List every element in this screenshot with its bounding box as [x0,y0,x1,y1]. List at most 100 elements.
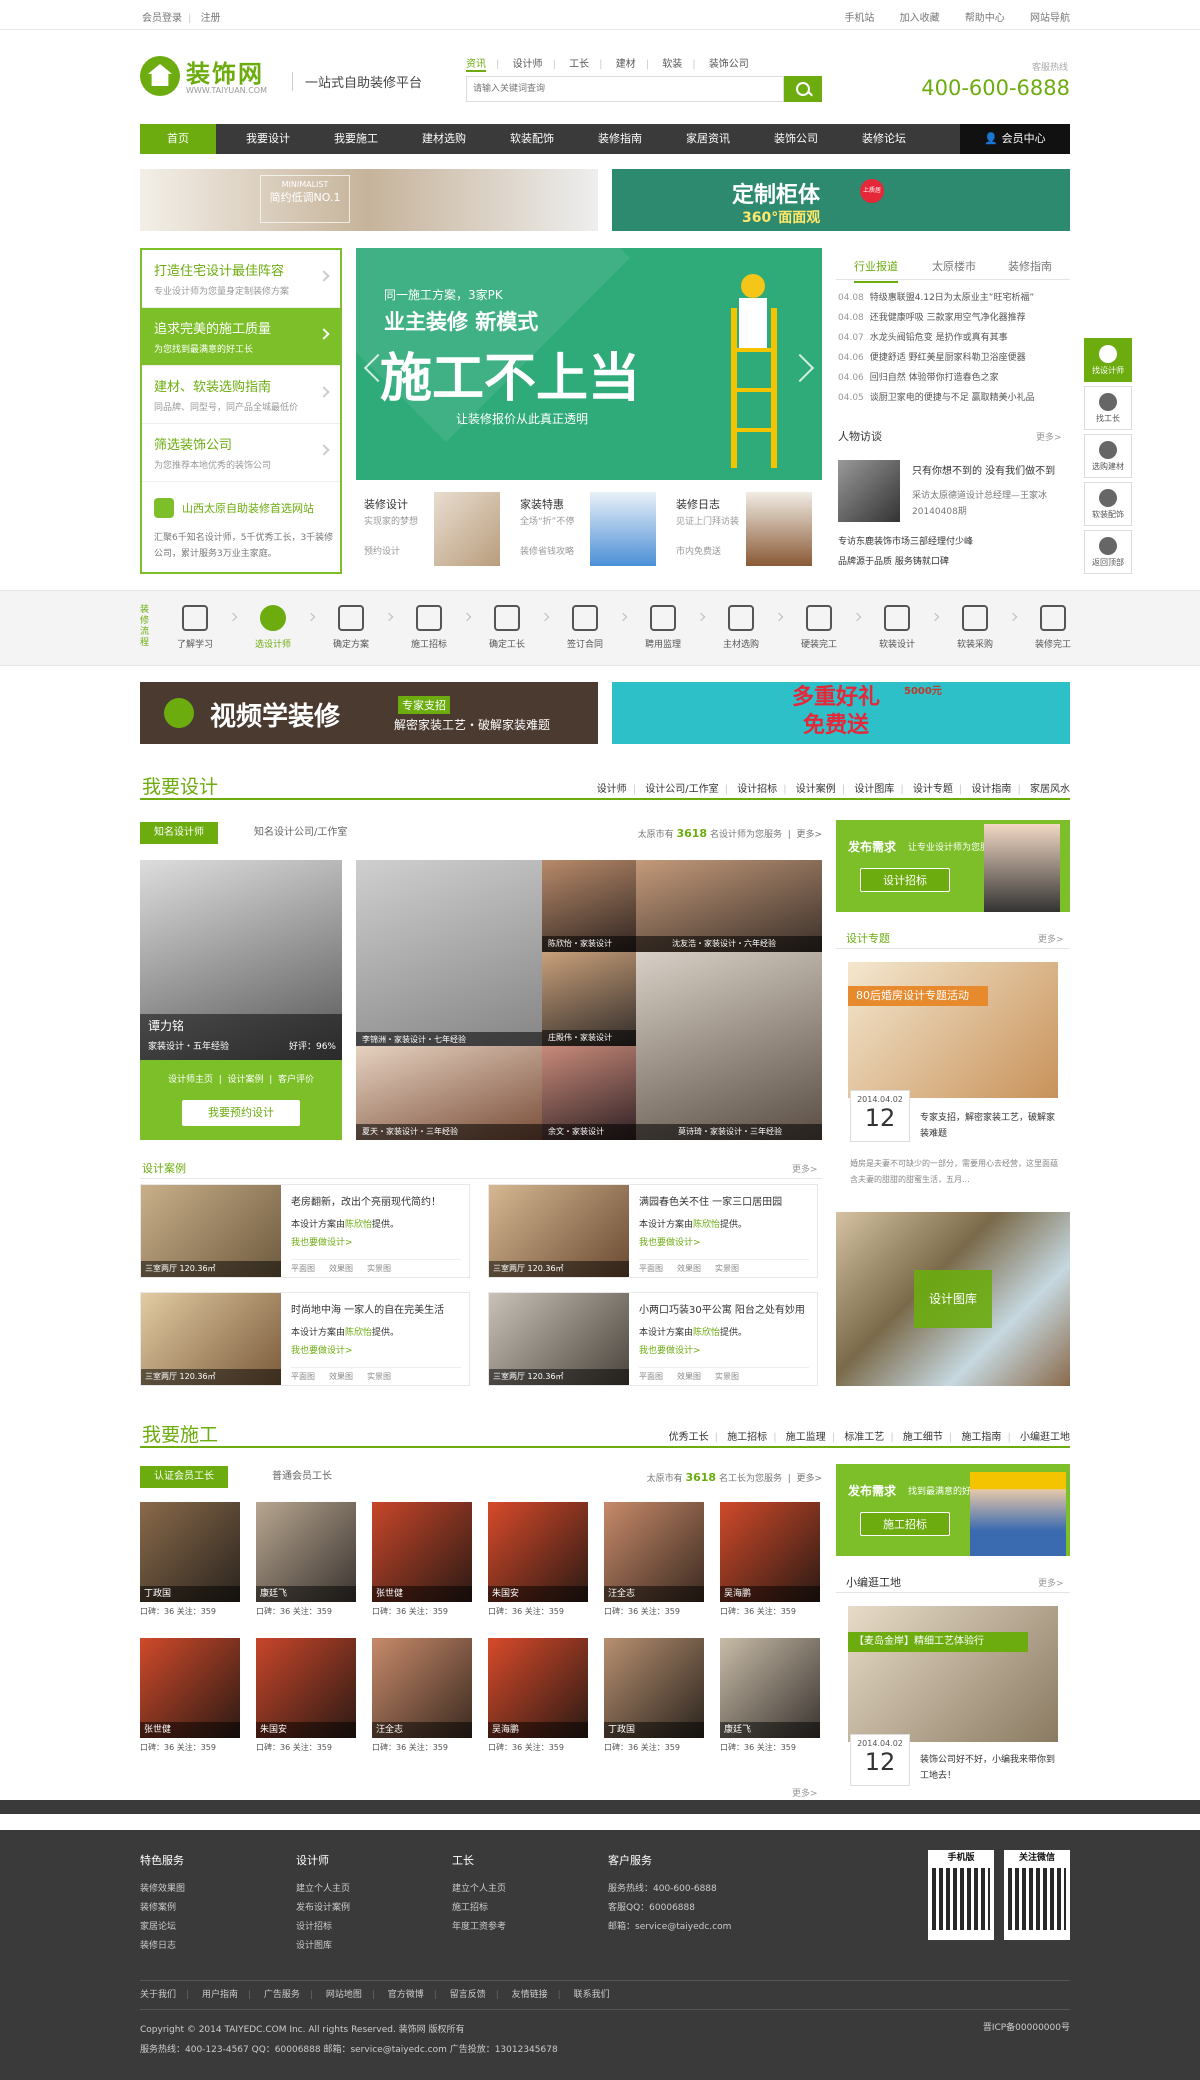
footer-link[interactable]: 装修日志 [140,1937,185,1956]
foreman-card[interactable]: 朱国安 口碑：36 关注：359 [256,1638,356,1758]
footer-link[interactable]: 施工招标 [452,1899,506,1918]
flow-step[interactable]: 软装设计 [862,605,940,650]
footer-link[interactable]: 用户指南 [202,1990,238,2000]
designer-cases-link[interactable]: 设计案例 [227,1075,263,1085]
category-discount[interactable]: 家装特惠 全场“折”不停 装修省钱攻略 [512,486,662,574]
flow-step[interactable]: 装修完工 [1018,605,1088,650]
tab-famous-designer[interactable]: 知名设计师 [140,822,218,844]
flow-step-active[interactable]: 选设计师 [238,605,316,650]
book-design-button[interactable]: 我要预约设计 [182,1100,300,1126]
flow-step[interactable]: 确定方案 [316,605,394,650]
footer-link[interactable]: 关于我们 [140,1990,176,2000]
search-tab-soft[interactable]: 软装 [662,59,682,70]
site-visit-image[interactable]: 【麦岛金岸】精细工艺体验行 [848,1606,1058,1742]
mobile-site-link[interactable]: 手机站 [844,13,874,24]
design-link[interactable]: 设计专题 [913,784,953,795]
banner-video[interactable]: 视频学装修 专家支招 解密家装工艺・破解家装难题 [140,682,598,744]
banner-minimalist[interactable]: MINIMALIST 简约低调NO.1 [140,169,598,231]
interview-link[interactable]: 专访东鹿装饰市场三部经理付少峰 [838,534,973,547]
footer-link[interactable]: 友情链接 [512,1990,548,2000]
case-cta-link[interactable]: 我也要做设计> [291,1235,353,1248]
news-item[interactable]: 04.06 回归自然 体验带你打造春色之家 [838,370,1070,390]
register-link[interactable]: 注册 [201,13,221,24]
menu-item-design[interactable]: 打造住宅设计最佳阵容 专业设计师为您量身定制装修方案 [142,250,340,308]
logo[interactable]: 装饰网 WWW.TAIYUAN.COM 一站式自助装修平台 [140,52,430,98]
interview-link[interactable]: 品牌源于品质 服务铸就口碑 [838,554,949,567]
tab-property[interactable]: 太原楼市 [932,258,976,274]
designer-photo[interactable]: 余文・家装设计 [542,1046,636,1140]
banner-gift[interactable]: 多重好礼 免费送 5000元 [612,682,1070,744]
foreman-card[interactable]: 康廷飞 口碑：36 关注：359 [256,1502,356,1622]
footer-link[interactable]: 装修案例 [140,1899,185,1918]
foreman-more-link[interactable]: 更多> [796,1474,822,1484]
designer-home-link[interactable]: 设计师主页 [168,1075,213,1085]
case-card[interactable]: 三室两厅 120.36㎡ 老房翻新，改出个亮丽现代简约！ 本设计方案由陈欣怡提供… [140,1184,470,1278]
case-card[interactable]: 三室两厅 120.36㎡ 小两口巧装30平公寓 阳台之处有妙用 本设计方案由陈欣… [488,1292,818,1386]
foreman-card[interactable]: 汪全志 口碑：36 关注：359 [372,1638,472,1758]
tab-industry[interactable]: 行业报道 [854,258,898,283]
search-tab-material[interactable]: 建材 [616,59,636,70]
build-link[interactable]: 施工细节 [903,1432,943,1443]
foreman-card[interactable]: 丁政国 口碑：36 关注：359 [604,1638,704,1758]
foreman-card[interactable]: 张世健 口碑：36 关注：359 [372,1502,472,1622]
sidebar-find-foreman[interactable]: 找工长 [1084,386,1132,430]
site-visit-text[interactable]: 装饰公司好不好，小编我来带你到工地去！ [920,1752,1060,1784]
footer-link[interactable]: 设计图库 [296,1937,350,1956]
site-visit-more-link[interactable]: 更多> [1038,1576,1064,1589]
search-button[interactable] [784,76,822,102]
bookmark-link[interactable]: 加入收藏 [900,13,940,24]
nav-soft[interactable]: 软装配饰 [490,124,574,154]
design-link[interactable]: 设计招标 [737,784,777,795]
nav-news[interactable]: 家居资讯 [666,124,750,154]
designer-photo[interactable]: 陈欣怡・家装设计 [542,860,636,952]
build-link[interactable]: 施工监理 [786,1432,826,1443]
flow-step[interactable]: 软装采购 [940,605,1018,650]
nav-forum[interactable]: 装修论坛 [842,124,926,154]
sidebar-find-designer[interactable]: 找设计师 [1084,338,1132,382]
news-item[interactable]: 04.06 便捷舒适 野红美星厨家科勒卫浴座便器 [838,350,1070,370]
news-item[interactable]: 04.08 特级惠联盟4.12日为太原业主”旺宅析福” [838,290,1070,310]
hero-slider[interactable]: 同一施工方案，3家PK 业主装修 新模式 施工不上当 让装修报价从此真正透明 [356,248,822,480]
nav-materials[interactable]: 建材选购 [402,124,486,154]
designer-more-link[interactable]: 更多> [796,830,822,840]
flow-step[interactable]: 主材选购 [706,605,784,650]
sidebar-materials[interactable]: 选购建材 [1084,434,1132,478]
flow-step[interactable]: 施工招标 [394,605,472,650]
design-link[interactable]: 设计师 [597,784,627,795]
menu-item-company[interactable]: 筛选装饰公司 为您推荐本地优秀的装饰公司 [142,424,340,482]
footer-link[interactable]: 建立个人主页 [296,1880,350,1899]
build-link[interactable]: 优秀工长 [669,1432,709,1443]
foreman-card[interactable]: 康廷飞 口碑：36 关注：359 [720,1638,820,1758]
tab-guide[interactable]: 装修指南 [1008,258,1052,274]
footer-link[interactable]: 装修效果图 [140,1880,185,1899]
footer-link[interactable]: 网站地图 [326,1990,362,2000]
login-link[interactable]: 会员登录 [142,13,182,24]
flow-step[interactable]: 聘用监理 [628,605,706,650]
nav-guide[interactable]: 装修指南 [578,124,662,154]
design-link[interactable]: 设计公司/工作室 [645,784,718,795]
tab-design-company[interactable]: 知名设计公司/工作室 [254,822,347,844]
foreman-card[interactable]: 吴海鹏 口碑：36 关注：359 [720,1502,820,1622]
flow-step[interactable]: 硬装完工 [784,605,862,650]
case-cta-link[interactable]: 我也要做设计> [291,1343,353,1356]
case-card[interactable]: 三室两厅 120.36㎡ 满园春色关不住 一家三口居田园 本设计方案由陈欣怡提供… [488,1184,818,1278]
designer-photo[interactable]: 沈友浩・家装设计・六年经验 [636,860,822,952]
foreman-card[interactable]: 吴海鹏 口碑：36 关注：359 [488,1638,588,1758]
case-card[interactable]: 三室两厅 120.36㎡ 时尚地中海 一家人的自在完美生活 本设计方案由陈欣怡提… [140,1292,470,1386]
interview-photo[interactable] [838,460,900,522]
build-link[interactable]: 施工指南 [961,1432,1001,1443]
footer-link[interactable]: 设计招标 [296,1918,350,1937]
flow-step[interactable]: 确定工长 [472,605,550,650]
sitemap-link[interactable]: 网站导航 [1030,13,1070,24]
footer-link[interactable]: 发布设计案例 [296,1899,350,1918]
tab-normal-foreman[interactable]: 普通会员工长 [272,1466,332,1488]
designer-reviews-link[interactable]: 客户评价 [278,1075,314,1085]
topic-image[interactable]: 80后婚房设计专题活动 [848,962,1058,1098]
qr-wechat[interactable]: 关注微信 [1004,1850,1070,1940]
designer-photo[interactable]: 庄殿伟・家装设计 [542,952,636,1046]
cases-more-link[interactable]: 更多> [792,1162,818,1175]
designer-photo[interactable]: 夏天・家装设计・三年经验 [356,1046,542,1140]
search-tab-designer[interactable]: 设计师 [513,59,543,70]
featured-designer-photo[interactable]: 谭力铭 家装设计・五年经验 好评：96% [140,860,342,1060]
search-tab-company[interactable]: 装饰公司 [709,59,749,70]
